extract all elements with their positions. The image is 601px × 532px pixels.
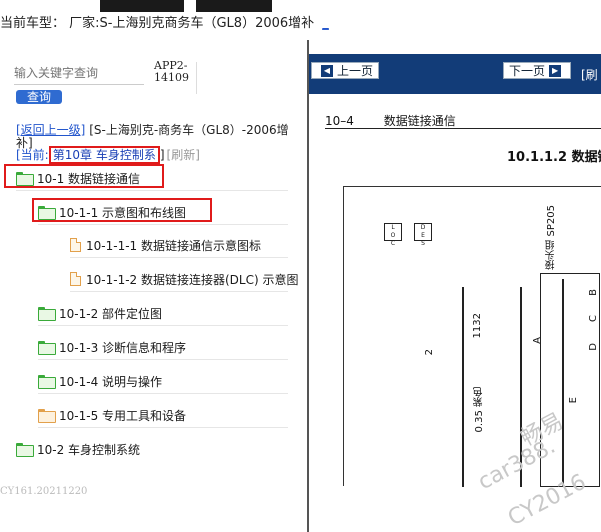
connector-label: 接头组 SP205 bbox=[546, 205, 557, 270]
top-tab-1[interactable] bbox=[100, 0, 184, 12]
tree-item-label: 10-1-1-1 数据链接通信示意图标 bbox=[86, 238, 261, 253]
current-close: ] bbox=[159, 148, 165, 162]
folder-open-orange-icon bbox=[38, 409, 56, 423]
highlight-box-10-1-1 bbox=[32, 198, 212, 222]
tree-separator bbox=[38, 224, 288, 225]
tree-separator bbox=[16, 190, 288, 191]
tree-separator bbox=[38, 393, 288, 394]
document-viewer: ◀ 上一页 下一页 ▶ [刷 10–4 数据链接通信 10.1.1.2 数据链 … bbox=[309, 40, 601, 532]
tree-item-10-2[interactable]: 10-2 车身控制系统 bbox=[16, 437, 140, 461]
tree-separator bbox=[38, 359, 288, 360]
pin-2-label: 2 bbox=[424, 349, 435, 356]
tree-separator bbox=[38, 325, 288, 326]
search-input[interactable] bbox=[14, 64, 144, 82]
car-model-label: 当前车型： bbox=[0, 16, 66, 31]
next-page-label: 下一页 bbox=[509, 64, 546, 78]
wire-vertical-1 bbox=[462, 287, 464, 487]
top-tab-2[interactable] bbox=[196, 0, 272, 12]
folder-icon bbox=[16, 443, 34, 457]
folder-icon bbox=[38, 341, 56, 355]
refresh-link[interactable]: [刷新] bbox=[167, 148, 200, 162]
doc-page-number: 10–4 bbox=[325, 114, 354, 128]
next-page-button[interactable]: 下一页 ▶ bbox=[503, 62, 572, 79]
pin-label: C bbox=[588, 315, 599, 322]
tree-item-10-1-1-2[interactable]: 10-1-1-2 数据链接连接器(DLC) 示意图 bbox=[70, 267, 298, 291]
left-nav-panel: 查询 APP2-14109 [返回上一级] [S-上海别克-商务车（GL8）-2… bbox=[0, 40, 307, 532]
pin-label: A bbox=[532, 337, 543, 344]
current-location: [当前: 第10章 车身控制系] [刷新] bbox=[16, 146, 200, 164]
pin-label: B bbox=[588, 289, 599, 296]
highlight-box-10-1 bbox=[4, 164, 164, 188]
footer-id: CY161.20211220 bbox=[0, 486, 88, 497]
app-code: APP2-14109 bbox=[154, 59, 189, 84]
tree-item-10-1-4[interactable]: 10-1-4 说明与操作 bbox=[38, 369, 162, 393]
tree-separator bbox=[38, 427, 288, 428]
tree-item-label: 10-2 车身控制系统 bbox=[37, 442, 141, 457]
pin-label: E bbox=[568, 397, 579, 404]
tree-item-label: 10-1-1-2 数据链接连接器(DLC) 示意图 bbox=[86, 272, 299, 287]
search-button[interactable]: 查询 bbox=[16, 90, 62, 104]
pin-label: D bbox=[588, 343, 599, 351]
folder-icon bbox=[38, 307, 56, 321]
arrow-left-icon: ◀ bbox=[321, 64, 333, 77]
tree-item-10-1-2[interactable]: 10-1-2 部件定位图 bbox=[38, 301, 162, 325]
tree-item-10-1-1-1[interactable]: 10-1-1-1 数据链接通信示意图标 bbox=[70, 233, 261, 257]
car-model-value: 厂家:S-上海别克商务车（GL8）2006增补 bbox=[69, 16, 315, 31]
desc-symbol-icon: DES bbox=[414, 223, 432, 247]
connector-block-inner bbox=[562, 279, 564, 487]
tree-item-label: 10-1-5 专用工具和设备 bbox=[59, 408, 187, 423]
doc-page-title: 数据链接通信 bbox=[383, 114, 456, 128]
search-underline bbox=[14, 84, 144, 85]
wiring-diagram: LOC DES 0.35 紫色 1132 2 接头组 SP205 A B C D… bbox=[343, 186, 601, 487]
tree-item-label: 10-1-3 诊断信息和程序 bbox=[59, 340, 187, 355]
top-bar: 当前车型： 厂家:S-上海别克商务车（GL8）2006增补 _ bbox=[0, 0, 601, 40]
doc-page-header: 10–4 数据链接通信 bbox=[325, 112, 456, 129]
doc-section-title: 10.1.1.2 数据链 bbox=[507, 150, 601, 165]
current-label: [当前: bbox=[16, 148, 49, 162]
tree-separator bbox=[70, 257, 288, 258]
prev-page-label: 上一页 bbox=[337, 64, 374, 78]
tree-item-label: 10-1-2 部件定位图 bbox=[59, 306, 163, 321]
doc-header-rule bbox=[325, 128, 601, 129]
tree-item-label: 10-1-4 说明与操作 bbox=[59, 374, 163, 389]
current-chapter-link[interactable]: 第10章 车身控制系 bbox=[48, 146, 160, 164]
wire-color-label: 0.35 紫色 bbox=[474, 387, 485, 433]
loc-symbol-icon: LOC bbox=[384, 223, 402, 247]
arrow-right-icon: ▶ bbox=[549, 64, 562, 77]
viewer-refresh-link[interactable]: [刷 bbox=[581, 66, 598, 83]
wire-number-label: 1132 bbox=[472, 313, 483, 339]
car-model-link[interactable]: _ bbox=[322, 16, 329, 31]
tree-separator bbox=[70, 291, 288, 292]
tree-item-10-1-5[interactable]: 10-1-5 专用工具和设备 bbox=[38, 403, 186, 427]
app-divider bbox=[196, 62, 197, 94]
back-link[interactable]: [返回上一级] bbox=[16, 123, 85, 137]
current-car-model: 当前车型： 厂家:S-上海别克商务车（GL8）2006增补 _ bbox=[0, 12, 329, 31]
prev-page-button[interactable]: ◀ 上一页 bbox=[311, 62, 380, 79]
folder-icon bbox=[38, 375, 56, 389]
tree-item-10-1-3[interactable]: 10-1-3 诊断信息和程序 bbox=[38, 335, 186, 359]
viewer-toolbar: ◀ 上一页 下一页 ▶ [刷 bbox=[309, 54, 601, 94]
document-icon bbox=[70, 238, 81, 252]
document-icon bbox=[70, 272, 81, 286]
